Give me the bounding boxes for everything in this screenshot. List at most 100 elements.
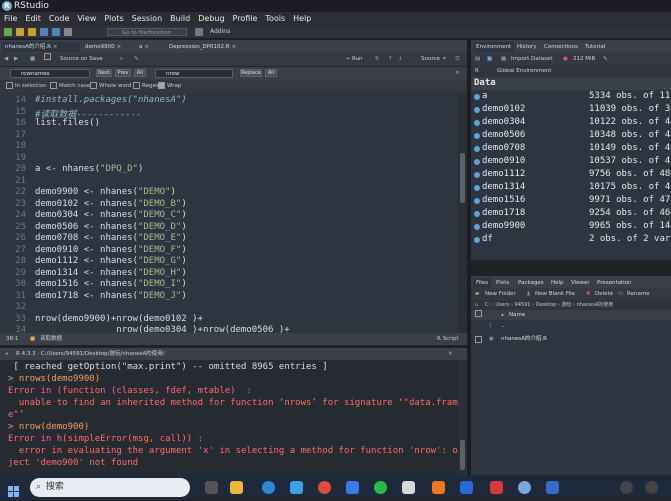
breadcrumb-path[interactable]: C: › Users › 94591 › Desktop › 游玩 › nhan… [485, 300, 613, 310]
wechat-icon[interactable] [374, 481, 387, 494]
forward-icon[interactable]: ▶ [14, 53, 18, 66]
code-line[interactable]: demo0102 <- nhanes("DEMO_B") [35, 199, 187, 209]
menu-build[interactable]: Build [170, 14, 190, 23]
scope-select[interactable]: Global Environment [497, 65, 551, 77]
down-arrow-icon[interactable]: ↓ [398, 53, 403, 66]
name-column-header[interactable]: Name [509, 310, 525, 320]
expand-icon[interactable] [474, 185, 480, 191]
app-icon[interactable] [432, 481, 445, 494]
import-dataset-button[interactable]: Import Dataset [511, 53, 553, 65]
expand-icon[interactable] [474, 146, 480, 152]
source-button[interactable]: Source [421, 53, 440, 66]
replace-button[interactable]: Replace [240, 69, 262, 77]
file-type[interactable]: R Script [437, 333, 459, 345]
code-line[interactable]: demo1718 <- nhanes("DEMO_J") [35, 291, 187, 301]
run-button[interactable]: Run [352, 53, 363, 66]
expand-icon[interactable] [474, 211, 480, 217]
menu-session[interactable]: Session [132, 14, 163, 23]
code-line[interactable]: #install.packages("nhanesA") [35, 95, 187, 105]
r-language-select[interactable]: R [475, 65, 479, 77]
tab-files[interactable]: Files [473, 278, 492, 288]
code-line[interactable]: demo1314 <- nhanes("DEMO_H") [35, 268, 187, 278]
tab-tutorial[interactable]: Tutorial [582, 42, 608, 52]
replace-input[interactable]: nrow [155, 69, 233, 78]
list-item[interactable]: ◉ nhanesA的介绍.R [471, 333, 671, 345]
environment-row[interactable]: demo1112 9756 obs. of 48 [471, 168, 671, 181]
environment-row[interactable]: demo1314 10175 obs. of 47 [471, 181, 671, 194]
menu-file[interactable]: File [4, 14, 17, 23]
addins-menu[interactable]: Addins [210, 26, 230, 38]
open-file-icon[interactable] [28, 28, 36, 36]
environment-row[interactable]: demo0304 10122 obs. of 44 [471, 116, 671, 129]
windows-start-icon[interactable] [8, 482, 19, 497]
regex-option[interactable]: Regex [133, 80, 159, 93]
outline-icon[interactable]: ☰ [455, 53, 460, 66]
broom-icon[interactable]: ✕ [448, 348, 453, 360]
expand-icon[interactable] [474, 133, 480, 139]
close-icon[interactable]: × [117, 44, 122, 50]
find-prev-button[interactable]: Prev [115, 69, 131, 77]
code-line[interactable]: a <- nhanes("DPQ_D") [35, 164, 143, 174]
close-icon[interactable]: × [144, 44, 149, 50]
environment-row[interactable]: demo1516 9971 obs. of 47 [471, 194, 671, 207]
environment-row[interactable]: demo0910 10537 obs. of 43 [471, 155, 671, 168]
save-icon[interactable] [40, 28, 48, 36]
code-line[interactable]: demo1516 <- nhanes("DEMO_I") [35, 279, 187, 289]
code-line[interactable]: list.files() [35, 118, 100, 128]
expand-icon[interactable] [474, 198, 480, 204]
file-explorer-icon[interactable] [230, 481, 243, 494]
environment-row[interactable]: a 5334 obs. of 11 [471, 90, 671, 103]
new-folder-button[interactable]: New Folder [485, 288, 516, 300]
new-blank-file-button[interactable]: New Blank File [535, 288, 575, 300]
grid-icon[interactable] [195, 28, 203, 36]
goto-file-input[interactable]: Go to file/function [107, 28, 187, 36]
wrap-option[interactable]: Wrap [158, 80, 181, 93]
store-icon[interactable] [290, 481, 303, 494]
environment-row[interactable]: demo0102 11039 obs. of 37 [471, 103, 671, 116]
app-icon[interactable] [402, 481, 415, 494]
menu-edit[interactable]: Edit [25, 14, 41, 23]
app-icon[interactable] [460, 481, 473, 494]
menu-profile[interactable]: Profile [233, 14, 258, 23]
menu-view[interactable]: View [77, 14, 96, 23]
select-all-checkbox[interactable] [475, 310, 482, 317]
tab-viewer[interactable]: Viewer [568, 278, 593, 288]
memory-usage[interactable]: 212 MiB [573, 53, 595, 65]
menu-tools[interactable]: Tools [265, 14, 285, 23]
find-next-button[interactable]: Next [96, 69, 112, 77]
menu-code[interactable]: Code [49, 14, 69, 23]
whole-word-option[interactable]: Whole word [90, 80, 131, 93]
environment-row[interactable]: demo0708 10149 obs. of 43 [471, 142, 671, 155]
scroll-thumb[interactable] [460, 440, 465, 470]
section-label[interactable]: 读取数据 [40, 333, 62, 345]
code-line[interactable]: demo0708 <- nhanes("DEMO_E") [35, 233, 187, 243]
expand-icon[interactable] [474, 94, 480, 100]
rstudio-taskbar-icon[interactable] [518, 481, 531, 494]
expand-icon[interactable] [474, 237, 480, 243]
home-icon[interactable]: ⌂ [475, 300, 478, 310]
save-all-icon[interactable] [52, 28, 60, 36]
new-file-icon[interactable] [4, 28, 12, 36]
rename-button[interactable]: Rename [627, 288, 650, 300]
menu-help[interactable]: Help [293, 14, 311, 23]
tab-connections[interactable]: Connections [541, 42, 581, 52]
menu-plots[interactable]: Plots [104, 14, 123, 23]
in-selection-option[interactable]: In selection [6, 80, 47, 93]
taskbar-search[interactable]: ⌕ 搜索 [30, 478, 190, 497]
find-input[interactable]: rownames [10, 69, 90, 78]
expand-icon[interactable] [474, 224, 480, 230]
wand-icon[interactable]: ✎ [134, 53, 139, 66]
tab-packages[interactable]: Packages [515, 278, 547, 288]
code-editor[interactable]: 14 15 16 17 18 19 20 21 22 23 24 25 26 27 28 29 30 31 32 33… [0, 93, 458, 333]
environment-row[interactable]: demo0506 10348 obs. of 43 [471, 129, 671, 142]
print-icon[interactable] [64, 28, 72, 36]
close-icon[interactable]: × [53, 44, 58, 50]
tab-help[interactable]: Help [548, 278, 567, 288]
app-icon[interactable] [346, 481, 359, 494]
rerun-icon[interactable]: ↻ [375, 53, 380, 66]
code-line[interactable]: demo1112 <- nhanes("DEMO_G") [35, 256, 187, 266]
file-checkbox[interactable] [475, 336, 482, 343]
close-icon[interactable]: × [455, 67, 460, 80]
tab-history[interactable]: History [514, 42, 540, 52]
tab-nhanesa-script[interactable]: nhanesA的介绍.R × [2, 42, 80, 52]
